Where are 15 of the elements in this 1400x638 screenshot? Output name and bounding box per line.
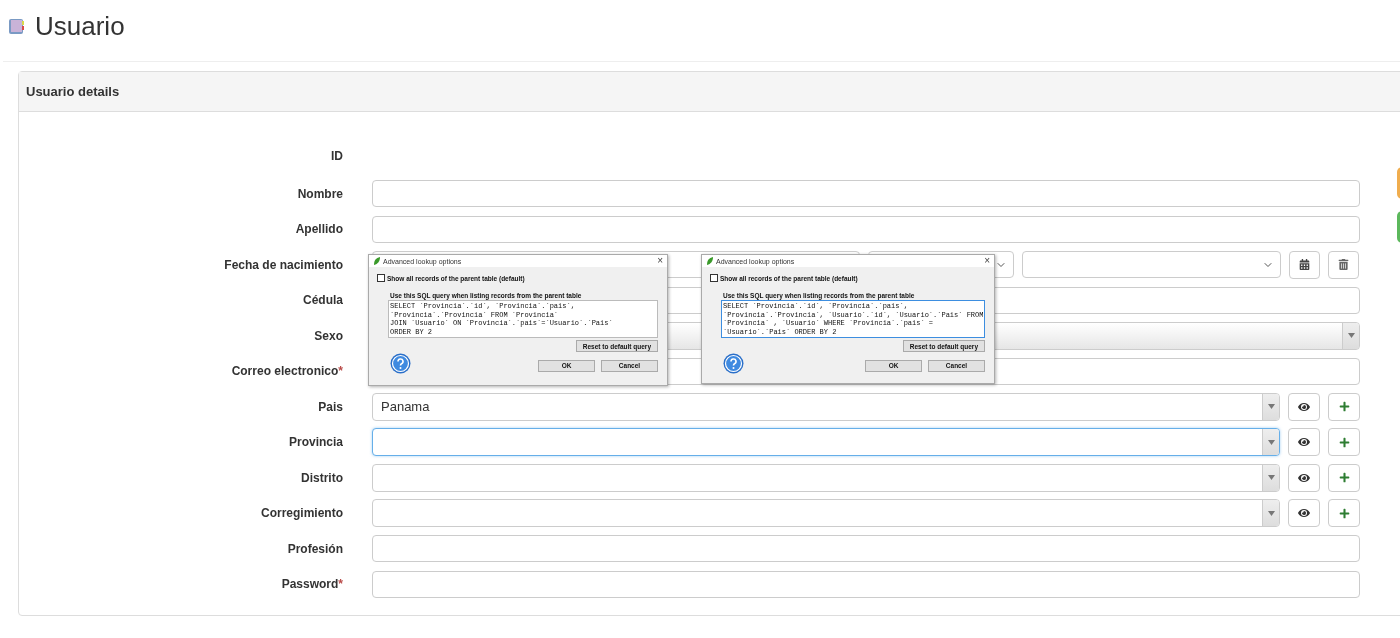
field-label: Password* bbox=[280, 576, 343, 593]
panel-title: Usuario details bbox=[19, 72, 1400, 112]
page-title: Usuario bbox=[35, 10, 125, 42]
field-label: Correo electronico* bbox=[230, 363, 343, 380]
field-label: Profesión bbox=[286, 540, 343, 558]
field-label: Pais bbox=[317, 398, 343, 416]
field-label: Cédula bbox=[302, 292, 343, 309]
field-label: Provincia bbox=[287, 434, 343, 451]
field-label: Nombre bbox=[296, 185, 343, 203]
field-label: Sexo bbox=[313, 327, 343, 345]
field-label: Distrito bbox=[300, 469, 343, 487]
field-label: Apellido bbox=[294, 221, 343, 238]
field-label: Corregimiento bbox=[260, 505, 343, 522]
field-label: ID bbox=[330, 148, 343, 165]
field-label: Fecha de nacimiento bbox=[223, 256, 343, 274]
